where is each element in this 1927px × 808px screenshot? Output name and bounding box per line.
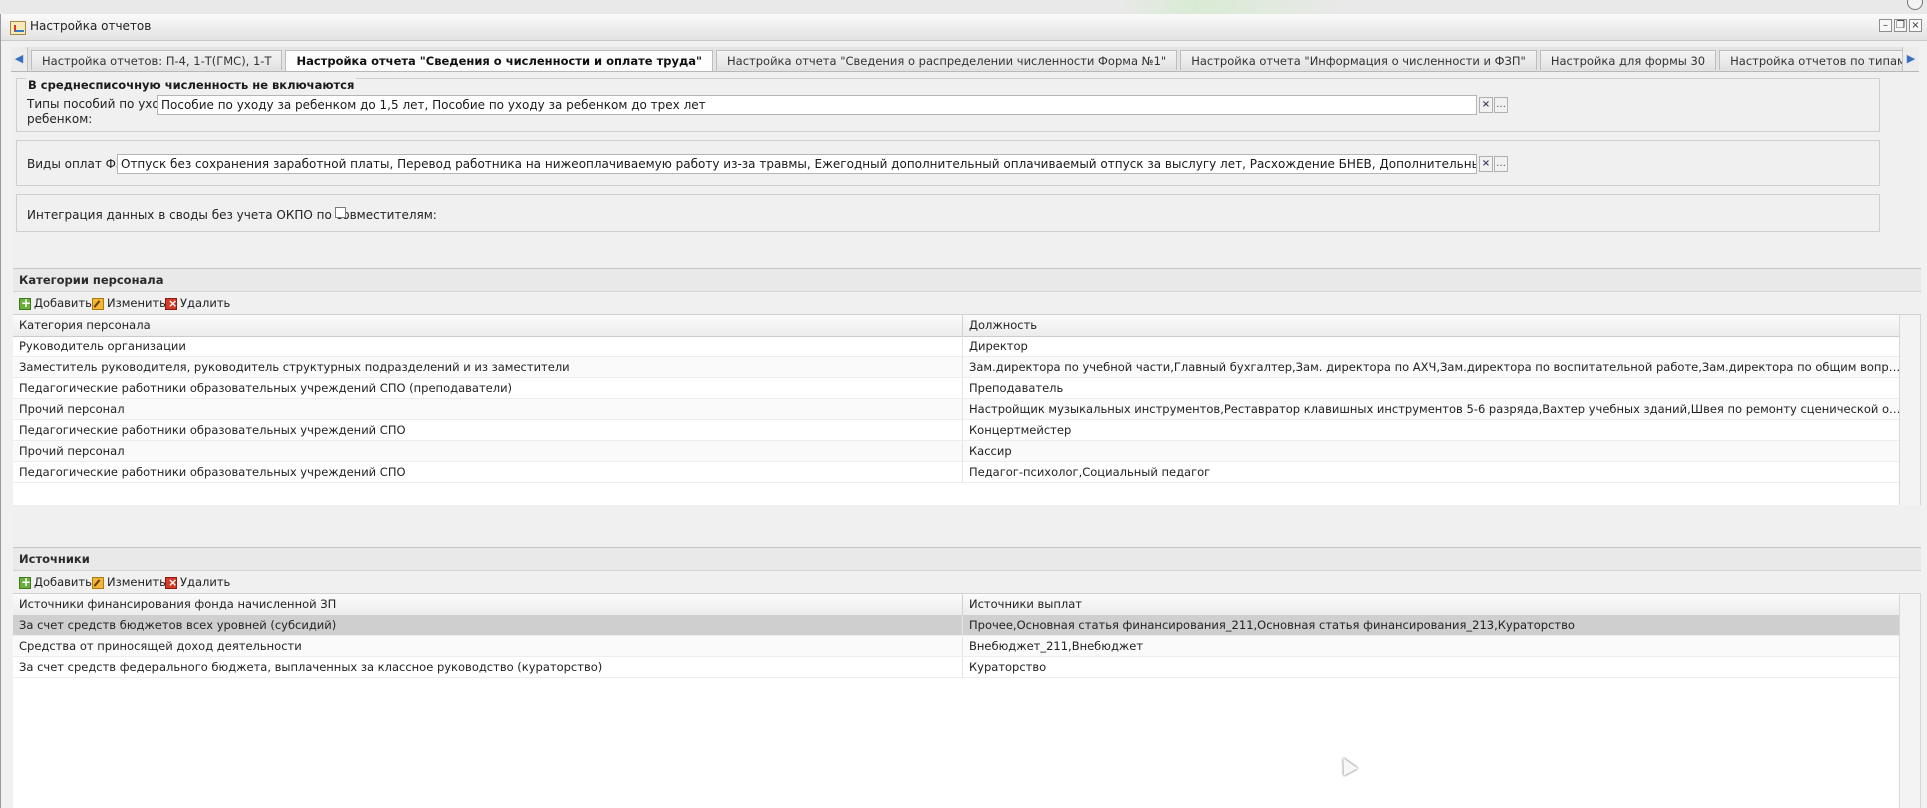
edit-button[interactable]: Изменить <box>92 296 166 311</box>
add-button[interactable]: Добавить <box>19 296 92 311</box>
desktop-top-strip <box>0 0 1927 15</box>
table-row[interactable]: Прочий персонал Настройщик музыкальных ин… <box>13 399 1901 420</box>
tab-item[interactable]: Настройка отчетов: П-4, 1-Т(ГМС), 1-Т <box>31 50 283 70</box>
fzp-fieldset: Виды оплат ФЗП: Отпуск без сохранения за… <box>16 140 1880 186</box>
table-cell-category: За счет средств федерального бюджета, вы… <box>13 657 963 677</box>
title-bar: Настройка отчетов – ❐ × <box>1 14 1927 41</box>
excluded-fieldset: В среднесписочную численность не включаю… <box>16 78 1880 132</box>
table-cell-value: Концертмейстер <box>969 423 1072 437</box>
table-cell-category: Средства от приносящей доход деятельност… <box>13 636 963 656</box>
grid-header: Источники финансирования фонда начисленн… <box>13 594 1901 616</box>
table-cell-category: Педагогические работники образовательных… <box>13 462 963 482</box>
close-circle-icon[interactable] <box>1907 0 1923 10</box>
table-cell-value: Преподаватель <box>969 381 1064 395</box>
delete-button[interactable]: Удалить <box>165 575 230 590</box>
column-header-category[interactable]: Категория персонала <box>13 315 963 336</box>
table-cell-value: Кассир <box>969 444 1012 458</box>
tab-item[interactable]: Настройка отчетов по типам должностей и … <box>1719 50 1919 70</box>
table-row[interactable]: Заместитель руководителя, руководитель с… <box>13 357 1901 378</box>
table-row[interactable]: За счет средств бюджетов всех уровней (с… <box>13 615 1901 636</box>
table-row[interactable]: Педагогические работники образовательных… <box>13 378 1901 399</box>
minimize-icon[interactable]: – <box>1879 19 1892 32</box>
column-header-position[interactable]: Должность <box>963 315 1901 336</box>
table-cell-category: Педагогические работники образовательных… <box>13 420 963 440</box>
tab-item[interactable]: Настройка отчета "Информация о численнос… <box>1180 50 1537 70</box>
table-cell-value: Настройщик музыкальных инструментов,Рест… <box>969 402 1901 416</box>
report-icon <box>10 21 26 35</box>
add-icon <box>19 296 31 311</box>
delete-icon <box>165 575 177 590</box>
delete-icon <box>165 296 177 311</box>
tab-bar: ◀ Настройка отчетов: П-4, 1-Т(ГМС), 1-Т Н… <box>11 47 1919 72</box>
select-button[interactable]: … <box>1494 156 1508 172</box>
column-header-payment-source[interactable]: Источники выплат <box>963 594 1901 615</box>
maximize-icon[interactable]: ❐ <box>1894 19 1907 32</box>
sources-toolbar: Добавить Изменить Удалить <box>13 571 1921 594</box>
grid-header: Категория персонала Должность <box>13 315 1901 337</box>
report-settings-window: Настройка отчетов – ❐ × ◀ Настройка отче… <box>0 14 1927 808</box>
categories-grid: Категория персонала Должность Руководите… <box>13 315 1921 505</box>
table-row[interactable]: Руководитель организации Директор <box>13 336 1901 357</box>
vertical-scrollbar[interactable] <box>1899 315 1920 505</box>
integration-label: Интеграция данных в своды без учета ОКПО… <box>27 208 437 222</box>
tab-item[interactable]: Настройка отчета "Сведения о численности… <box>285 50 714 71</box>
table-cell-category: Прочий персонал <box>13 399 963 419</box>
table-cell-value: Зам.директора по учебной части,Главный б… <box>969 360 1901 374</box>
table-cell-category: Педагогические работники образовательных… <box>13 378 963 398</box>
delete-button[interactable]: Удалить <box>165 296 230 311</box>
column-header-funding-source[interactable]: Источники финансирования фонда начисленн… <box>13 594 963 615</box>
categories-toolbar: Добавить Изменить Удалить <box>13 292 1921 315</box>
sources-panel-title: Источники <box>13 547 1921 571</box>
table-cell-category: За счет средств бюджетов всех уровней (с… <box>13 615 963 635</box>
clear-icon[interactable]: × <box>1479 156 1493 172</box>
window-title: Настройка отчетов <box>30 19 152 33</box>
add-button[interactable]: Добавить <box>19 575 92 590</box>
vertical-scrollbar[interactable] <box>1899 594 1920 808</box>
fzp-input[interactable]: Отпуск без сохранения заработной платы, … <box>117 154 1477 174</box>
add-icon <box>19 575 31 590</box>
excluded-legend: В среднесписочную численность не включаю… <box>26 78 357 92</box>
integration-fieldset: Интеграция данных в своды без учета ОКПО… <box>16 194 1880 232</box>
tab-item[interactable]: Настройка отчета "Сведения о распределен… <box>716 50 1178 70</box>
tab-scroll-left-icon[interactable]: ◀ <box>11 47 28 71</box>
select-button[interactable]: … <box>1494 97 1508 113</box>
table-cell-value: Прочее,Основная статья финансирования_21… <box>969 618 1575 632</box>
table-row[interactable]: Педагогические работники образовательных… <box>13 420 1901 441</box>
categories-panel-title: Категории персонала <box>13 268 1921 292</box>
table-row[interactable]: За счет средств федерального бюджета, вы… <box>13 657 1901 678</box>
table-row[interactable]: Прочий персонал Кассир <box>13 441 1901 462</box>
edit-icon <box>92 297 104 310</box>
edit-icon <box>92 576 104 589</box>
childcare-benefit-input[interactable]: Пособие по уходу за ребенком до 1,5 лет,… <box>157 95 1477 115</box>
table-cell-category: Прочий персонал <box>13 441 963 461</box>
table-cell-value: Кураторство <box>969 660 1047 674</box>
table-cell-category: Руководитель организации <box>13 336 963 356</box>
tab-content: В среднесписочную численность не включаю… <box>13 72 1921 808</box>
tab-item[interactable]: Настройка для формы 30 <box>1539 50 1717 70</box>
table-cell-value: Педагог-психолог,Социальный педагог <box>969 465 1211 479</box>
edit-button[interactable]: Изменить <box>92 575 166 590</box>
table-cell-value: Внебюджет_211,Внебюджет <box>969 639 1144 653</box>
table-row[interactable]: Педагогические работники образовательных… <box>13 462 1901 483</box>
clear-icon[interactable]: × <box>1479 97 1493 113</box>
table-cell-value: Директор <box>969 339 1028 353</box>
table-row[interactable]: Средства от приносящей доход деятельност… <box>13 636 1901 657</box>
table-cell-category: Заместитель руководителя, руководитель с… <box>13 357 963 377</box>
tab-scroll-right-icon[interactable]: ▶ <box>1902 47 1919 71</box>
sources-grid: Источники финансирования фонда начисленн… <box>13 594 1921 808</box>
close-icon[interactable]: × <box>1909 19 1922 32</box>
integration-checkbox[interactable] <box>335 207 346 218</box>
